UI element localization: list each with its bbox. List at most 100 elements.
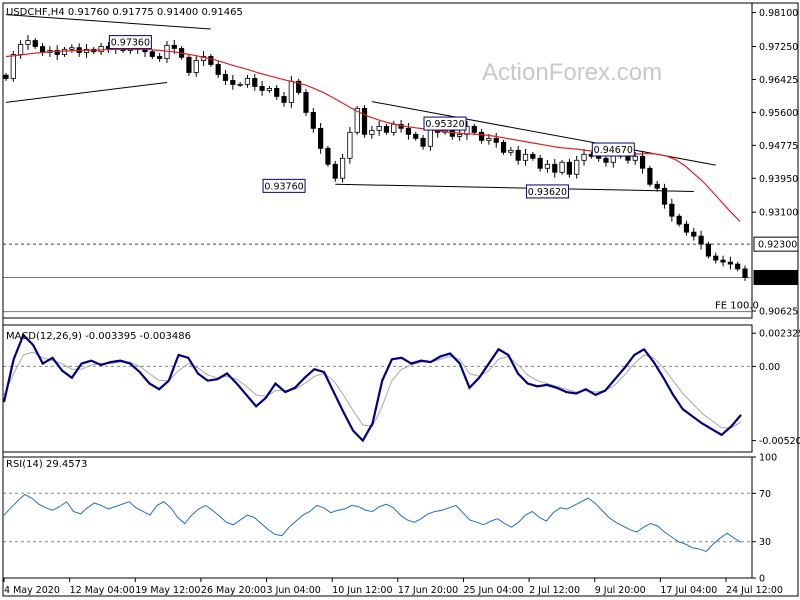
x-tick-label: 10 Jun 12:00 — [332, 585, 392, 596]
candle-body-down — [405, 127, 412, 135]
candle-body-down — [186, 56, 192, 73]
candle-body-up — [369, 129, 375, 135]
candle-body-up — [427, 127, 433, 147]
rsi-y-tick-label: 70 — [759, 489, 771, 500]
annotation-label: 0.93620 — [528, 187, 567, 198]
candle — [691, 227, 697, 241]
candle-body-up — [10, 54, 16, 79]
current-price-label: 0.91465 — [758, 273, 797, 284]
chart-outer-frame — [2, 2, 799, 597]
candle — [705, 241, 712, 259]
rsi-y-tick-label: 30 — [759, 537, 771, 548]
candle — [420, 134, 426, 150]
candle — [669, 198, 675, 222]
candle-body-down — [478, 131, 485, 141]
candle — [537, 154, 543, 172]
candle-body-down — [310, 111, 316, 129]
time-axis: 4 May 2020 12 May 04:00 19 May 12:00 26 May… — [2, 2, 799, 597]
candle — [83, 43, 90, 58]
candle-body-down — [647, 167, 653, 185]
price-panel-title: USDCHF,H4 0.91760 0.91775 0.91400 0.9146… — [6, 7, 243, 18]
candle — [508, 146, 514, 156]
candle — [720, 255, 726, 267]
rsi-panel-frame — [2, 456, 753, 579]
candle-body-up — [391, 123, 397, 133]
candle-body-down — [252, 78, 258, 87]
rsi-panel-title: RSI(14) 29.4573 — [6, 459, 87, 470]
candle-body-down — [654, 183, 660, 189]
candle — [500, 139, 507, 155]
candle — [303, 89, 309, 116]
price-panel: 0.98100 0.97250 0.96425 0.95600 0.94775 0.939… — [2, 2, 799, 319]
candle-body-down — [515, 149, 521, 161]
candle — [698, 230, 704, 250]
candle-body-down — [669, 203, 675, 217]
candle-body-down — [705, 243, 712, 257]
candle — [742, 265, 748, 281]
candle-body-down — [720, 259, 726, 263]
candle-body-up — [164, 44, 170, 59]
macd-signal-line — [3, 351, 742, 429]
candle — [676, 213, 682, 227]
candle-body-up — [347, 131, 353, 159]
candle — [369, 125, 375, 139]
x-tick-label: 12 May 04:00 — [70, 585, 135, 596]
candle-body-down — [683, 223, 690, 233]
candle — [3, 72, 9, 81]
candle — [361, 105, 368, 138]
x-tick-label: 17 Jun 20:00 — [398, 585, 458, 596]
candle — [339, 153, 346, 183]
candle — [713, 252, 719, 264]
rsi-y-tick-label: 100 — [759, 453, 777, 464]
candle-body-down — [698, 235, 704, 245]
x-tick-label: 26 May 20:00 — [201, 585, 266, 596]
candle-body-down — [39, 46, 46, 53]
candle-body-down — [383, 125, 390, 133]
candle-body-down — [222, 74, 229, 81]
candle-body-down — [215, 64, 221, 75]
candle-body-down — [691, 231, 697, 237]
candle-body-up — [522, 153, 529, 161]
candle — [208, 54, 214, 67]
candle-body-up — [266, 88, 273, 91]
candle-body-up — [544, 163, 551, 169]
candle-body-up — [237, 84, 243, 86]
candle-body-down — [500, 141, 507, 153]
candle — [281, 92, 287, 107]
x-tick-label: 3 Jun 04:00 — [267, 585, 321, 596]
candle — [347, 126, 353, 164]
candle-body-up — [457, 133, 463, 137]
trendline-lower-triangle — [5, 81, 168, 103]
candle-body-down — [32, 40, 38, 47]
candle — [683, 220, 690, 236]
candle — [552, 158, 558, 178]
price-level-label: 0.92300 — [758, 240, 797, 251]
candle — [157, 53, 163, 62]
candle — [654, 180, 660, 192]
candle — [149, 49, 155, 59]
candle-body-up — [18, 44, 24, 55]
candle — [522, 148, 529, 166]
candle-body-down — [361, 107, 368, 135]
candle — [544, 159, 551, 173]
candle-body-down — [281, 96, 287, 103]
candle-body-up — [69, 47, 75, 50]
price-y-tick-label: 0.95600 — [759, 108, 798, 119]
rsi-line — [3, 493, 742, 552]
candle — [574, 155, 580, 179]
candle-body-down — [208, 56, 214, 65]
macd-line — [2, 333, 742, 443]
candle — [559, 159, 565, 175]
candle-body-up — [559, 161, 565, 173]
annotation-label: 0.93760 — [264, 181, 303, 192]
candle — [332, 160, 338, 182]
candle-body-up — [486, 137, 492, 141]
candle-body-down — [735, 263, 741, 270]
macd-panel-title: MACD(12,26,9) -0.003395 -0.003486 — [6, 331, 191, 342]
candle — [230, 75, 236, 90]
candle-body-down — [552, 163, 558, 173]
annotation-label: 0.95320 — [425, 119, 464, 130]
candle-body-up — [61, 48, 68, 55]
candle-body-down — [149, 51, 155, 57]
candle — [566, 158, 572, 178]
